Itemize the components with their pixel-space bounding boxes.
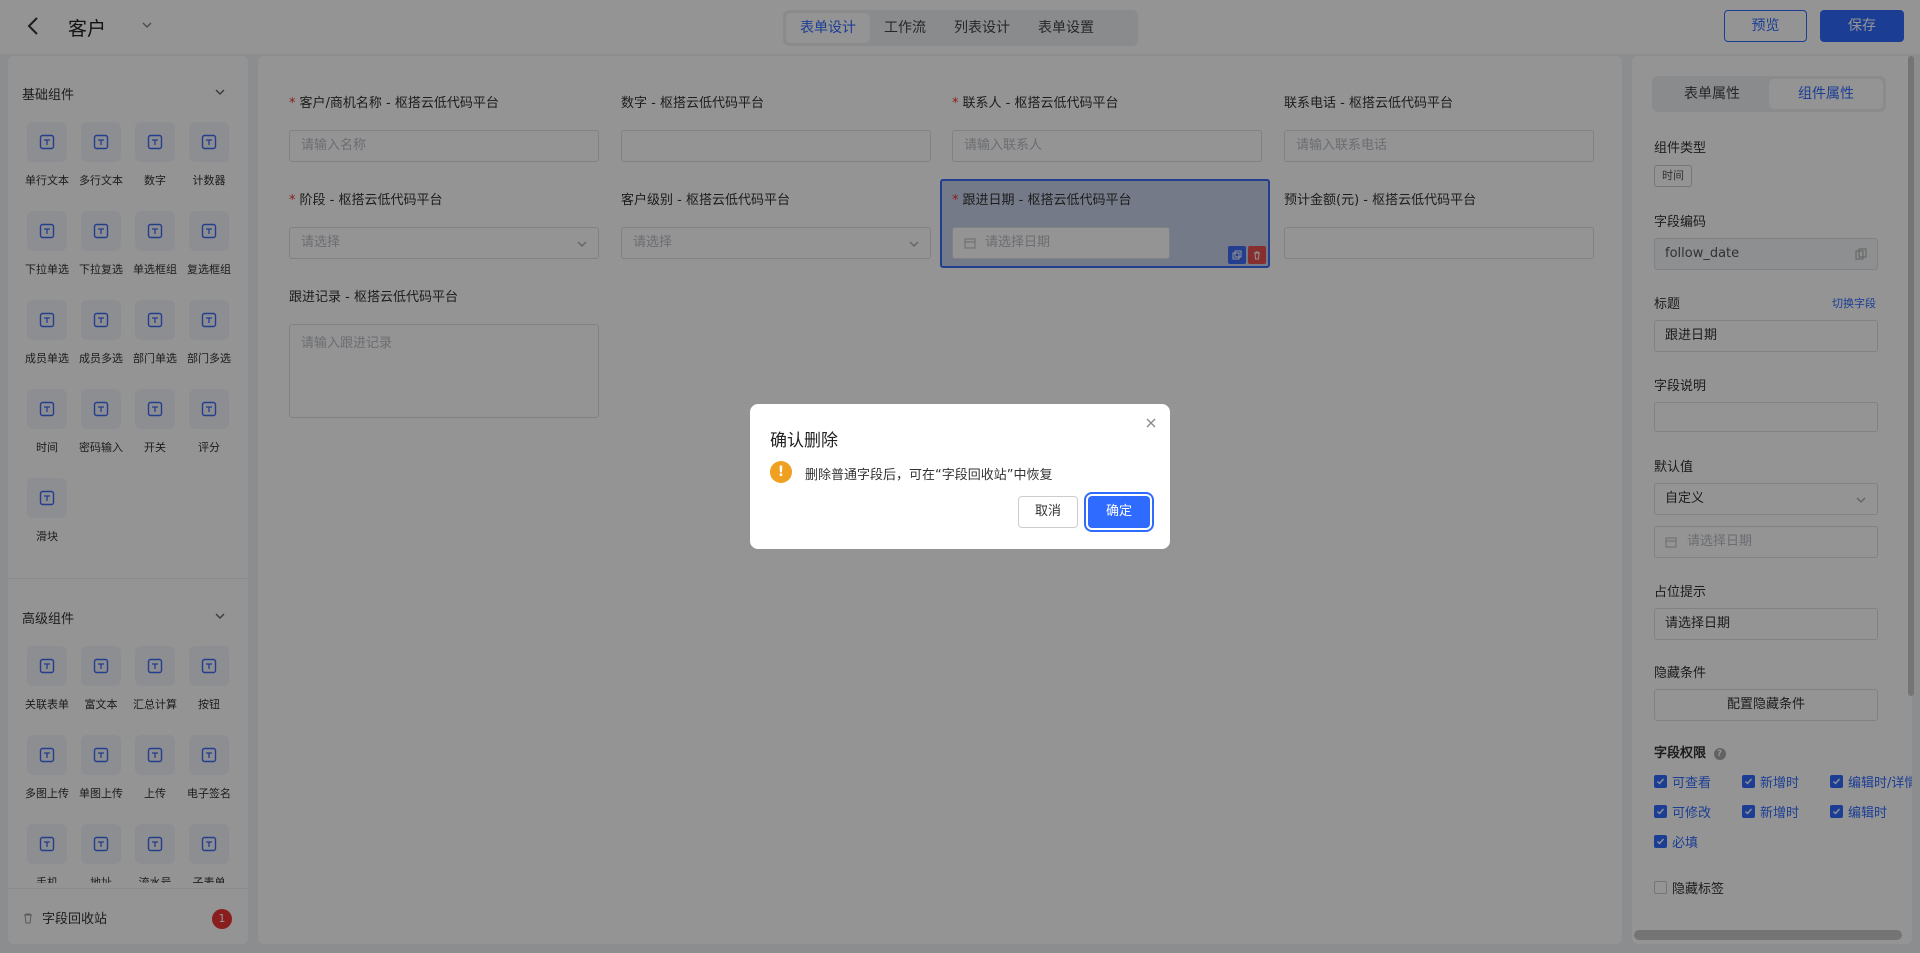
dialog-message: 删除普通字段后，可在“字段回收站”中恢复 xyxy=(805,468,1053,483)
cancel-button[interactable]: 取消 xyxy=(1018,496,1078,528)
confirm-button[interactable]: 确定 xyxy=(1088,496,1150,528)
close-icon[interactable] xyxy=(1144,416,1158,430)
warning-icon: ! xyxy=(770,461,792,483)
dialog-title: 确认删除 xyxy=(770,431,838,451)
confirm-delete-dialog: 确认删除 ! 删除普通字段后，可在“字段回收站”中恢复 取消 确定 xyxy=(750,404,1170,549)
